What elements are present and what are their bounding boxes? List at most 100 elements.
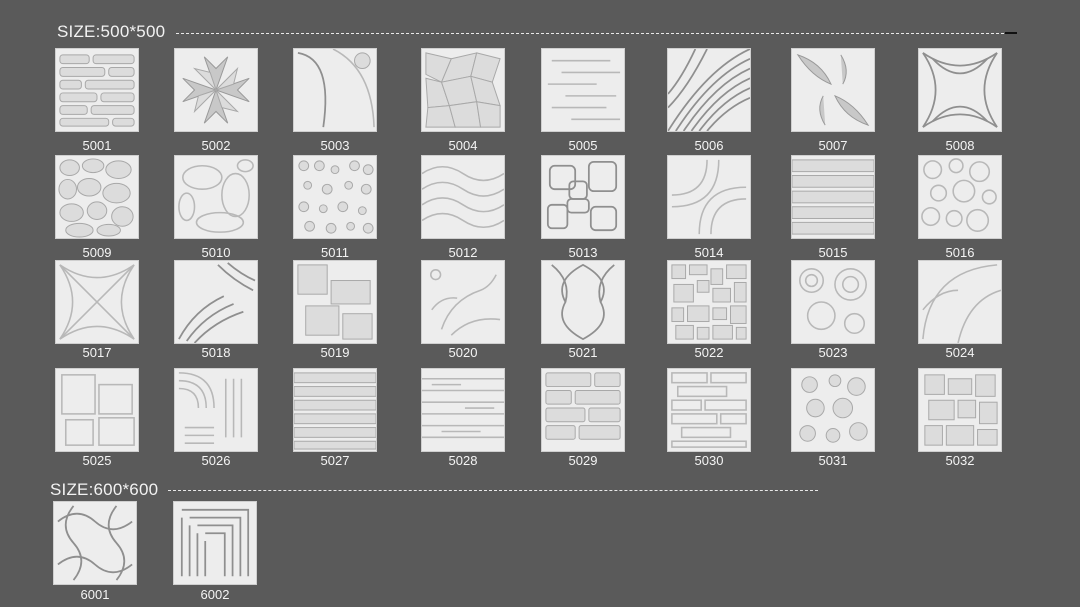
panel-code-label: 5015 <box>818 245 848 260</box>
panel-pattern-image <box>422 369 504 451</box>
section-divider-600 <box>168 490 818 491</box>
panel-code-label: 5009 <box>82 245 112 260</box>
panel-pattern-image <box>175 49 257 131</box>
panel-pattern-image <box>54 502 136 584</box>
panel-pattern-image <box>422 49 504 131</box>
panel-code-label: 5029 <box>568 453 598 468</box>
panel-pattern-image <box>422 156 504 238</box>
panel-swatch-5013[interactable] <box>541 155 625 239</box>
panel-code-label: 5006 <box>694 138 724 153</box>
panel-swatch-5001[interactable] <box>55 48 139 132</box>
panel-swatch-5006[interactable] <box>667 48 751 132</box>
panel-code-label: 5005 <box>568 138 598 153</box>
panel-swatch-5012[interactable] <box>421 155 505 239</box>
panel-pattern-image <box>56 156 138 238</box>
panel-pattern-image <box>668 49 750 131</box>
panel-pattern-image <box>792 261 874 343</box>
panel-swatch-5014[interactable] <box>667 155 751 239</box>
panel-pattern-image <box>294 156 376 238</box>
panel-code-label: 5016 <box>945 245 975 260</box>
panel-pattern-image <box>175 369 257 451</box>
panel-code-label: 5012 <box>448 245 478 260</box>
panel-pattern-image <box>422 261 504 343</box>
panel-code-label: 5003 <box>320 138 350 153</box>
panel-pattern-image <box>294 261 376 343</box>
panel-pattern-image <box>175 261 257 343</box>
panel-swatch-5018[interactable] <box>174 260 258 344</box>
panel-pattern-image <box>56 49 138 131</box>
panel-swatch-5027[interactable] <box>293 368 377 452</box>
panel-swatch-5025[interactable] <box>55 368 139 452</box>
panel-code-label: 5031 <box>818 453 848 468</box>
panel-code-label: 5017 <box>82 345 112 360</box>
panel-code-label: 5027 <box>320 453 350 468</box>
panel-swatch-5029[interactable] <box>541 368 625 452</box>
panel-swatch-5032[interactable] <box>918 368 1002 452</box>
panel-pattern-image <box>919 261 1001 343</box>
panel-code-label: 5022 <box>694 345 724 360</box>
panel-code-label: 5019 <box>320 345 350 360</box>
panel-code-label: 5013 <box>568 245 598 260</box>
panel-swatch-5022[interactable] <box>667 260 751 344</box>
panel-code-label: 5008 <box>945 138 975 153</box>
panel-pattern-image <box>792 156 874 238</box>
panel-swatch-5004[interactable] <box>421 48 505 132</box>
panel-swatch-5007[interactable] <box>791 48 875 132</box>
panel-pattern-image <box>668 369 750 451</box>
panel-swatch-5002[interactable] <box>174 48 258 132</box>
panel-swatch-5009[interactable] <box>55 155 139 239</box>
panel-code-label: 5004 <box>448 138 478 153</box>
panel-swatch-5031[interactable] <box>791 368 875 452</box>
panel-code-label: 5023 <box>818 345 848 360</box>
section-title-600: SIZE:600*600 <box>50 480 159 499</box>
panel-code-label: 5032 <box>945 453 975 468</box>
panel-code-label: 5028 <box>448 453 478 468</box>
panel-code-label: 5011 <box>321 245 349 260</box>
panel-pattern-image <box>542 369 624 451</box>
panel-pattern-image <box>294 369 376 451</box>
panel-swatch-5010[interactable] <box>174 155 258 239</box>
panel-code-label: 5026 <box>201 453 231 468</box>
panel-swatch-5028[interactable] <box>421 368 505 452</box>
section-divider-500 <box>176 33 1004 34</box>
panel-pattern-image <box>174 502 256 584</box>
panel-pattern-image <box>542 261 624 343</box>
panel-swatch-6001[interactable] <box>53 501 137 585</box>
panel-swatch-6002[interactable] <box>173 501 257 585</box>
panel-code-label: 5025 <box>82 453 112 468</box>
panel-swatch-5023[interactable] <box>791 260 875 344</box>
panel-swatch-5030[interactable] <box>667 368 751 452</box>
panel-pattern-image <box>919 369 1001 451</box>
panel-pattern-image <box>56 261 138 343</box>
panel-code-label: 6002 <box>200 587 230 602</box>
panel-code-label: 5030 <box>694 453 724 468</box>
panel-pattern-image <box>668 261 750 343</box>
panel-swatch-5005[interactable] <box>541 48 625 132</box>
panel-swatch-5019[interactable] <box>293 260 377 344</box>
panel-code-label: 5024 <box>945 345 975 360</box>
panel-swatch-5017[interactable] <box>55 260 139 344</box>
panel-swatch-5003[interactable] <box>293 48 377 132</box>
panel-swatch-5021[interactable] <box>541 260 625 344</box>
panel-pattern-image <box>919 156 1001 238</box>
panel-code-label: 5010 <box>201 245 231 260</box>
panel-pattern-image <box>919 49 1001 131</box>
panel-swatch-5011[interactable] <box>293 155 377 239</box>
panel-pattern-image <box>542 49 624 131</box>
panel-swatch-5024[interactable] <box>918 260 1002 344</box>
panel-code-label: 5001 <box>82 138 112 153</box>
panel-code-label: 5007 <box>818 138 848 153</box>
panel-code-label: 5021 <box>568 345 598 360</box>
panel-pattern-image <box>542 156 624 238</box>
panel-swatch-5015[interactable] <box>791 155 875 239</box>
panel-pattern-image <box>668 156 750 238</box>
panel-swatch-5016[interactable] <box>918 155 1002 239</box>
panel-pattern-image <box>56 369 138 451</box>
panel-pattern-image <box>175 156 257 238</box>
panel-swatch-5008[interactable] <box>918 48 1002 132</box>
panel-pattern-image <box>792 49 874 131</box>
section-divider-end <box>1005 32 1017 34</box>
panel-swatch-5020[interactable] <box>421 260 505 344</box>
panel-swatch-5026[interactable] <box>174 368 258 452</box>
panel-code-label: 6001 <box>80 587 110 602</box>
